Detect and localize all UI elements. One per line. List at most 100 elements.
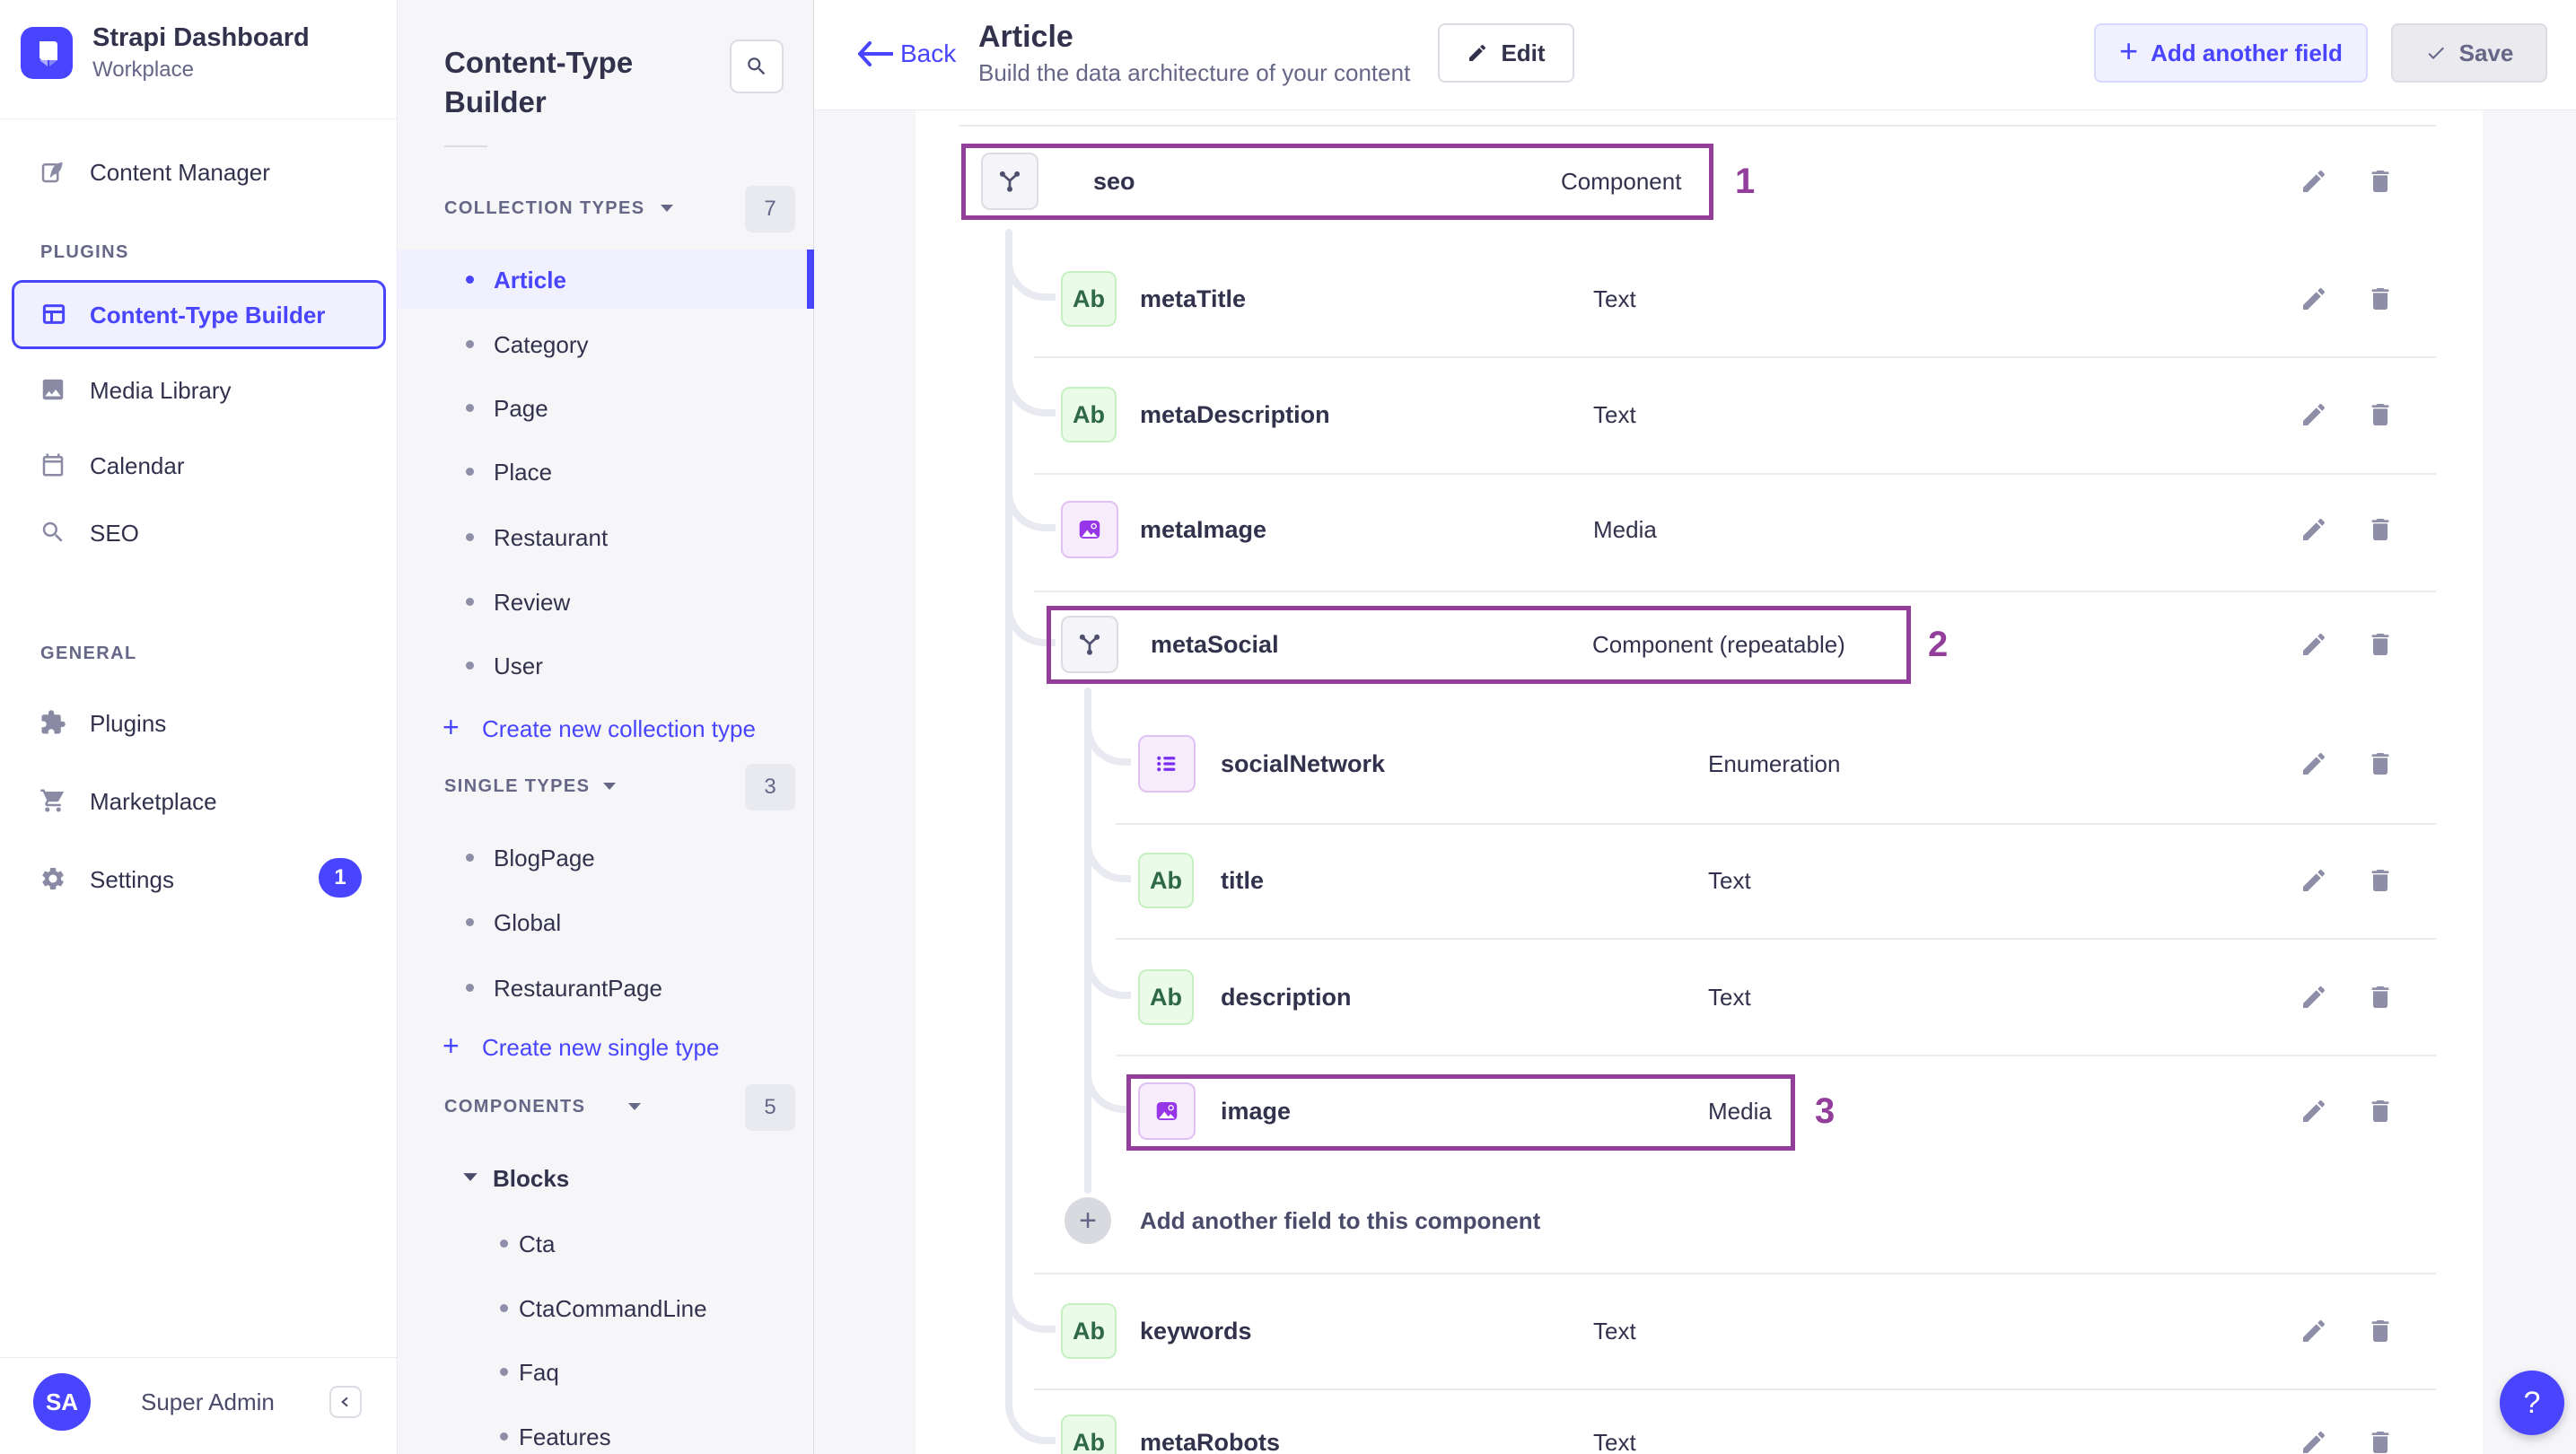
edit-field-button[interactable] [2300, 1097, 2328, 1126]
sidebar-item-global[interactable]: Global [494, 908, 561, 937]
create-single-type-link[interactable]: Create new single type [482, 1033, 719, 1062]
builder-sidebar: Content-Type Builder COLLECTION TYPES 7 … [398, 0, 814, 1454]
bullet-icon [500, 1432, 508, 1441]
sidebar-item-blogpage[interactable]: BlogPage [494, 844, 595, 872]
field-name: metaImage [1140, 516, 1267, 543]
edit-button-label: Edit [1501, 39, 1546, 66]
collection-types-label[interactable]: COLLECTION TYPES [444, 198, 645, 219]
text-field-icon: Ab [1061, 1303, 1117, 1359]
bullet-icon [466, 276, 474, 284]
edit-field-button[interactable] [2300, 866, 2328, 895]
sidebar-item-user[interactable]: User [494, 652, 543, 680]
sidebar-item-content-manager[interactable]: Content Manager [90, 159, 270, 186]
sidebar-item-plugins[interactable]: Plugins [90, 710, 166, 737]
delete-field-button[interactable] [2366, 400, 2395, 429]
annotation-number-1: 1 [1735, 162, 1756, 201]
row-divider [1116, 938, 2436, 940]
sidebar-item-restaurant[interactable]: Restaurant [494, 523, 608, 552]
add-another-field-button[interactable]: + Add another field [2094, 23, 2368, 83]
sidebar-item-label: Content-Type Builder [90, 302, 326, 328]
avatar[interactable]: SA [33, 1373, 91, 1431]
add-component-field-button[interactable]: + [1065, 1197, 1111, 1244]
sidebar-item-article[interactable]: Article [494, 266, 566, 294]
media-field-icon [1061, 501, 1118, 558]
edit-button[interactable]: Edit [1438, 23, 1574, 83]
delete-field-button[interactable] [2366, 630, 2395, 659]
collapse-sidebar-button[interactable] [329, 1386, 362, 1418]
component-group-blocks[interactable]: Blocks [493, 1164, 569, 1193]
sidebar-item-category[interactable]: Category [494, 330, 589, 359]
workspace-name: Workplace [92, 57, 194, 82]
edit-field-button[interactable] [2300, 400, 2328, 429]
check-icon [2428, 47, 2444, 59]
row-divider [959, 125, 2436, 127]
create-collection-type-link[interactable]: Create new collection type [482, 714, 756, 743]
bullet-icon [466, 598, 474, 606]
sidebar-item-restaurantpage[interactable]: RestaurantPage [494, 974, 662, 1003]
save-button[interactable]: Save [2391, 23, 2547, 83]
field-type: Media [1593, 516, 1657, 543]
bullet-icon [500, 1304, 508, 1312]
field-name: title [1221, 867, 1265, 894]
sidebar-item-seo[interactable]: SEO [90, 520, 139, 547]
single-types-count: 3 [745, 764, 795, 810]
edit-field-button[interactable] [2300, 749, 2328, 778]
sidebar-item-media-library[interactable]: Media Library [90, 377, 232, 404]
help-button[interactable]: ? [2500, 1371, 2564, 1435]
sidebar-item-article-active[interactable] [398, 250, 814, 309]
search-button[interactable] [730, 39, 784, 93]
field-type: Text [1593, 1318, 1636, 1345]
field-name: keywords [1140, 1318, 1252, 1345]
tree-line [1084, 688, 1091, 1194]
delete-field-button[interactable] [2366, 983, 2395, 1012]
delete-field-button[interactable] [2366, 1097, 2395, 1126]
row-divider [1034, 356, 2436, 358]
seo-search-icon [39, 519, 66, 546]
general-section-label: GENERAL [40, 644, 137, 663]
components-label[interactable]: COMPONENTS [444, 1097, 585, 1117]
annotation-number-2: 2 [1928, 625, 1949, 664]
delete-field-button[interactable] [2366, 866, 2395, 895]
bullet-icon [500, 1368, 508, 1376]
sidebar-item-cta[interactable]: Cta [519, 1230, 555, 1258]
component-field-icon [981, 153, 1038, 210]
delete-field-button[interactable] [2366, 515, 2395, 544]
back-link[interactable]: Back [900, 39, 956, 68]
row-divider [1116, 823, 2436, 825]
add-component-field-label[interactable]: Add another field to this component [1140, 1203, 1540, 1239]
plus-icon: + [442, 1029, 460, 1062]
single-types-label[interactable]: SINGLE TYPES [444, 776, 590, 797]
delete-field-button[interactable] [2366, 749, 2395, 778]
delete-field-button[interactable] [2366, 1428, 2395, 1454]
sidebar-item-review[interactable]: Review [494, 588, 570, 617]
edit-field-button[interactable] [2300, 630, 2328, 659]
marketplace-cart-icon [39, 787, 66, 814]
sidebar-item-marketplace[interactable]: Marketplace [90, 788, 217, 815]
edit-field-button[interactable] [2300, 1428, 2328, 1454]
bullet-icon [466, 984, 474, 992]
edit-field-button[interactable] [2300, 167, 2328, 196]
chevron-down-icon [661, 205, 673, 212]
delete-field-button[interactable] [2366, 1317, 2395, 1345]
bullet-icon [466, 404, 474, 412]
sidebar-item-features[interactable]: Features [519, 1423, 611, 1451]
delete-field-button[interactable] [2366, 285, 2395, 313]
row-divider [1034, 591, 2436, 592]
enumeration-field-icon [1138, 735, 1196, 793]
edit-field-button[interactable] [2300, 285, 2328, 313]
sidebar-item-place[interactable]: Place [494, 458, 552, 486]
plus-icon: + [1079, 1203, 1097, 1238]
edit-field-button[interactable] [2300, 515, 2328, 544]
edit-field-button[interactable] [2300, 983, 2328, 1012]
bullet-icon [466, 854, 474, 862]
plus-icon: + [442, 711, 460, 743]
sidebar-item-calendar[interactable]: Calendar [90, 452, 185, 479]
sidebar-item-page[interactable]: Page [494, 394, 548, 423]
edit-field-button[interactable] [2300, 1317, 2328, 1345]
sidebar-item-ctacommandline[interactable]: CtaCommandLine [519, 1294, 707, 1323]
sidebar-item-settings[interactable]: Settings [90, 866, 174, 893]
sidebar-item-faq[interactable]: Faq [519, 1358, 559, 1387]
field-name: description [1221, 984, 1352, 1011]
field-type: Text [1593, 1429, 1636, 1454]
delete-field-button[interactable] [2366, 167, 2395, 196]
